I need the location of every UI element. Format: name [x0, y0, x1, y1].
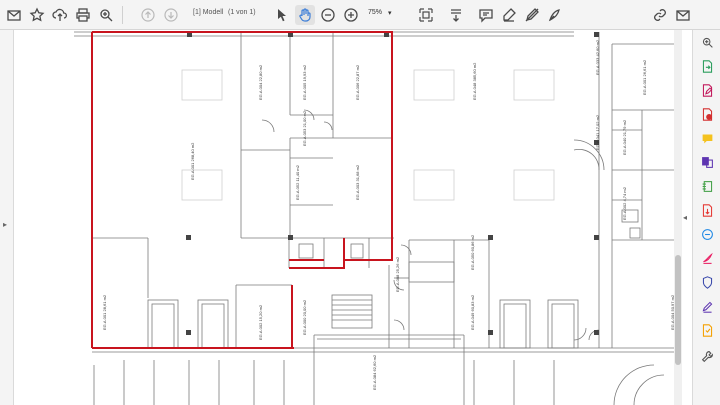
room-label: EG.A.033 42,60 m2 — [595, 39, 600, 75]
comment-icon[interactable] — [476, 5, 496, 25]
share-link-icon[interactable] — [650, 5, 670, 25]
upload-icon[interactable] — [50, 5, 70, 25]
tools-panel — [692, 30, 720, 405]
room-label: EG.A.053 21,00 m2 — [302, 110, 307, 146]
room-label: EG.A.001 268,40 m2 — [190, 142, 195, 180]
page-down-icon[interactable] — [161, 5, 181, 25]
scroll-mode-icon[interactable] — [446, 5, 466, 25]
compress-pdf-icon[interactable] — [699, 202, 715, 218]
page-indicator[interactable]: [1] Modell — [193, 9, 223, 16]
select-cursor-icon[interactable] — [272, 5, 292, 25]
zoom-dropdown[interactable]: 75% ▾ — [368, 9, 392, 17]
zoom-in-icon[interactable] — [341, 5, 361, 25]
expand-left-panel-icon[interactable]: ▸ — [3, 220, 7, 229]
selection-highlight — [91, 31, 393, 349]
toolbar: [1] Modell (1 von 1) 75% ▾ — [0, 0, 720, 30]
print-icon[interactable] — [73, 5, 93, 25]
draw-icon[interactable] — [545, 5, 565, 25]
collapse-right-panel-icon[interactable]: ◂ — [683, 213, 687, 222]
page-up-icon[interactable] — [138, 5, 158, 25]
room-label: EG.A.000 20,00 m2 — [302, 299, 307, 335]
comment-panel-icon[interactable] — [699, 130, 715, 146]
zoom-value: 75% — [368, 9, 383, 16]
redact-icon[interactable] — [699, 226, 715, 242]
room-label: EG.A.052 11,40 m2 — [295, 164, 300, 200]
protect-icon[interactable] — [699, 250, 715, 266]
create-pdf-icon[interactable] — [699, 106, 715, 122]
room-label: EG.A.050 60,86 m2 — [470, 234, 475, 270]
export-pdf-icon[interactable] — [699, 58, 715, 74]
search-zoom-icon[interactable] — [699, 34, 715, 50]
organize-pages-icon[interactable] — [699, 178, 715, 194]
room-label: EG.A.004 22,80 m2 — [258, 64, 263, 100]
room-label: EG.A.001 28,61 m2 — [102, 294, 107, 330]
edit-pdf-icon[interactable] — [699, 82, 715, 98]
search-zoom-icon[interactable] — [96, 5, 116, 25]
room-label: EG.A.008 25,26 m2 — [395, 256, 400, 292]
room-label: EG.A.048 385,60 m2 — [472, 62, 477, 100]
document-viewport[interactable]: EG.A.001 268,40 m2 EG.A.004 22,80 m2 EG.… — [14, 30, 682, 405]
room-label: EG.A.001 26,61 m2 — [642, 59, 647, 95]
combine-files-icon[interactable] — [699, 154, 715, 170]
room-label: EG.A.040 21,79 m2 — [622, 119, 627, 155]
room-label: EG.A.002 15,20 m2 — [258, 304, 263, 340]
vertical-scrollbar[interactable] — [674, 30, 682, 405]
room-label: EG.A.084 62,60 m2 — [372, 354, 377, 390]
page-count: (1 von 1) — [228, 9, 256, 16]
more-tools-icon[interactable] — [699, 322, 715, 338]
room-label: EG.A.002 4,74 m2 — [622, 186, 627, 220]
scrollbar-thumb[interactable] — [675, 255, 681, 365]
toolbar-divider — [122, 6, 123, 24]
mail-icon[interactable] — [4, 5, 24, 25]
fill-sign-icon[interactable] — [699, 274, 715, 290]
room-label: EG.A.006 22,87 m2 — [355, 64, 360, 100]
highlight-pen-icon[interactable] — [499, 5, 519, 25]
wrench-icon[interactable] — [699, 348, 715, 364]
hand-tool-icon[interactable] — [295, 5, 315, 25]
room-label: EG.A.005 19,93 m2 — [302, 64, 307, 100]
bookmark-star-icon[interactable] — [27, 5, 47, 25]
room-label: EG.A.003 31,68 m2 — [355, 164, 360, 200]
room-label: EG.A.049 60,83 m2 — [470, 294, 475, 330]
zoom-out-icon[interactable] — [318, 5, 338, 25]
mail-send-icon[interactable] — [673, 5, 693, 25]
floor-plan-drawing: EG.A.001 268,40 m2 EG.A.004 22,80 m2 EG.… — [74, 31, 675, 405]
chevron-down-icon: ▾ — [388, 10, 392, 17]
scan-icon[interactable] — [699, 298, 715, 314]
room-label: EG.A.041 17,02 m2 — [595, 114, 600, 150]
sign-edit-icon[interactable] — [522, 5, 542, 25]
left-navigation-rail: ▸ — [0, 30, 14, 405]
fit-page-icon[interactable] — [416, 5, 436, 25]
